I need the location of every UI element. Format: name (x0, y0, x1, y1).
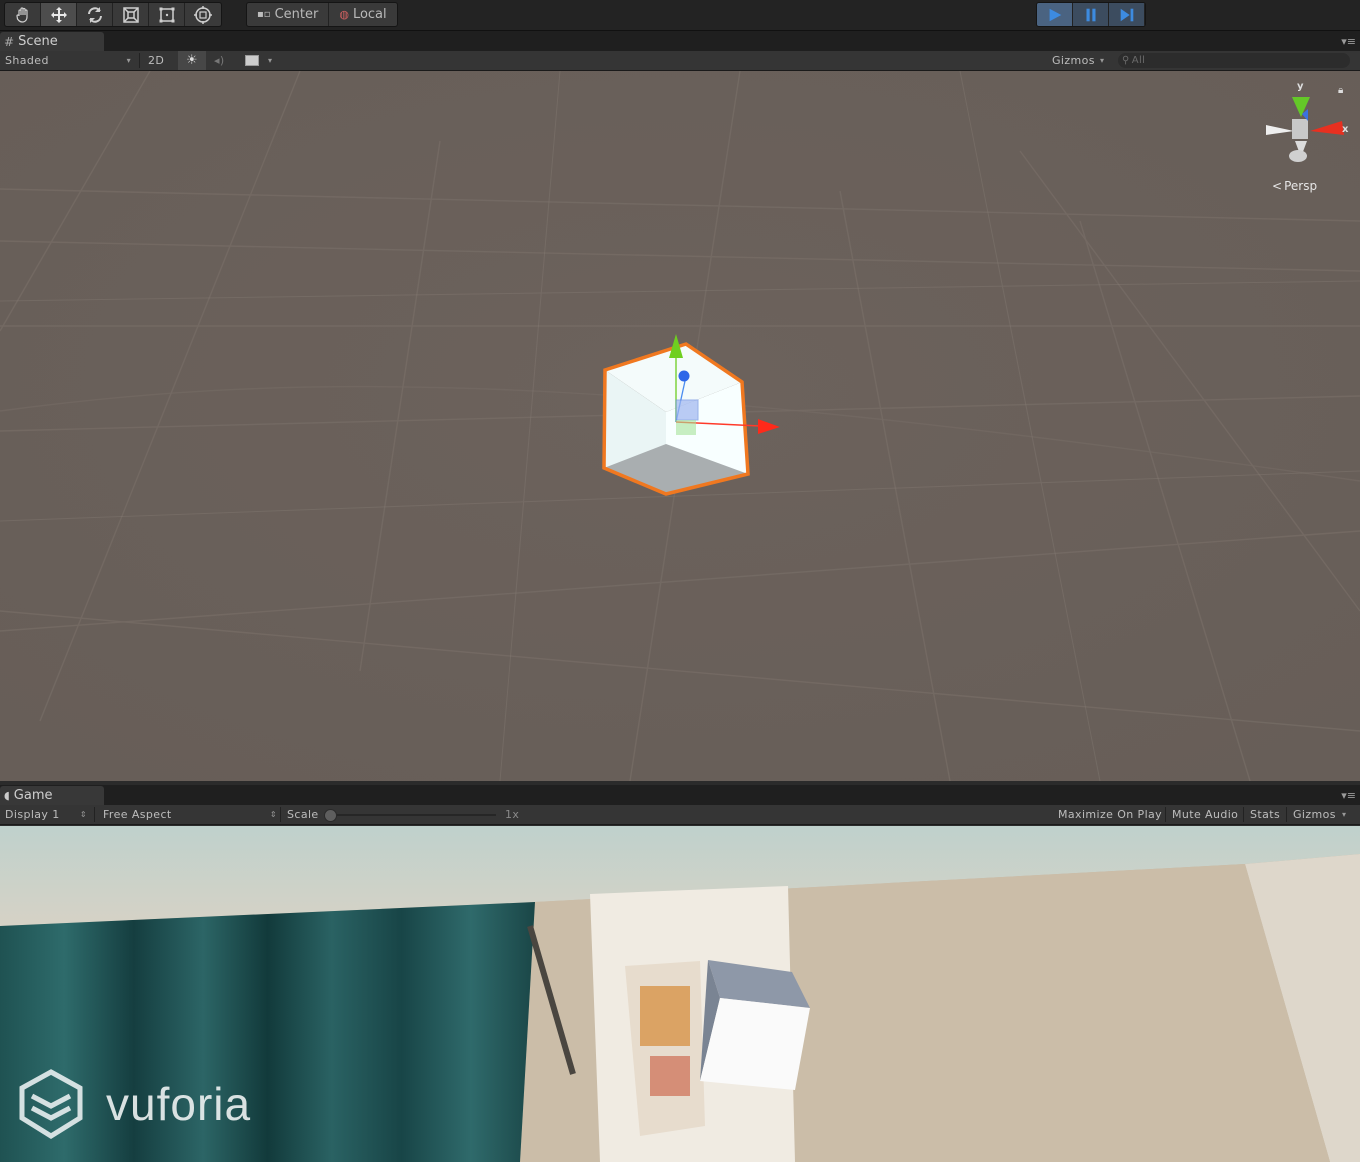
play-controls (1036, 2, 1146, 27)
pivot-center-button[interactable]: ▪▫ Center (247, 3, 330, 26)
updown-icon: ⇕ (269, 810, 277, 819)
speaker-icon: ◂) (214, 54, 225, 67)
shading-mode-label: Shaded (5, 54, 49, 67)
scene-gizmos-dropdown[interactable]: Gizmos ▾ (1052, 51, 1104, 70)
vuforia-wordmark: vuforia (106, 1078, 252, 1130)
shading-mode-dropdown[interactable]: Shaded ▾ (5, 51, 131, 70)
maximize-on-play-toggle[interactable]: Maximize On Play (1058, 805, 1162, 824)
tab-scene[interactable]: # Scene (0, 32, 104, 51)
selected-cube[interactable] (570, 326, 810, 526)
chevron-down-icon: ▾ (1099, 56, 1105, 65)
game-gizmos-label: Gizmos (1293, 808, 1336, 821)
pivot-center-icon: ▪▫ (257, 9, 271, 20)
game-controller-icon: ◖ (4, 789, 10, 802)
scale-slider-thumb[interactable] (324, 809, 337, 822)
tab-game[interactable]: ◖ Game (0, 786, 104, 805)
main-toolbar: ▪▫ Center ◍ Local (0, 0, 1360, 31)
rotate-tool-icon[interactable] (77, 3, 113, 26)
pause-icon (1086, 8, 1095, 21)
scale-slider[interactable] (324, 805, 496, 824)
game-view[interactable]: vuforia (0, 826, 1360, 1162)
tab-game-label: Game (13, 788, 53, 803)
stats-toggle[interactable]: Stats (1250, 805, 1280, 824)
lock-icon[interactable]: 🔒︎ (1338, 85, 1343, 96)
pivot-toggles: ▪▫ Center ◍ Local (246, 2, 398, 27)
sun-icon: ☀ (185, 53, 199, 68)
search-icon: ⚲ (1122, 55, 1130, 66)
display-dropdown[interactable]: Display 1 ⇕ (5, 805, 87, 824)
scene-tab-strip: # Scene ▾≡ (0, 31, 1360, 51)
aspect-label: Free Aspect (103, 808, 172, 821)
scene-viewport[interactable]: y x 🔒︎ < Persp (0, 71, 1360, 781)
projection-label: Persp (1284, 179, 1318, 193)
transform-tool-icon[interactable] (185, 3, 221, 26)
scene-gizmos-label: Gizmos (1052, 54, 1095, 67)
pivot-center-label: Center (274, 7, 319, 22)
play-icon (1049, 8, 1061, 21)
scale-label: Scale (287, 808, 319, 821)
axis-y-label: y (1297, 81, 1304, 92)
orientation-gizmo[interactable]: y x 🔒︎ < Persp (1262, 79, 1352, 199)
scene-search-input[interactable]: ⚲ All (1118, 53, 1350, 68)
play-button[interactable] (1037, 3, 1073, 26)
scale-value: 1x (505, 808, 520, 821)
scene-search-placeholder: All (1131, 55, 1146, 66)
step-icon (1120, 8, 1133, 21)
updown-icon: ⇕ (79, 810, 87, 819)
scale-tool-icon[interactable] (113, 3, 149, 26)
game-tab-strip: ◖ Game ▾≡ (0, 785, 1360, 805)
scene-grid-icon: # (4, 34, 15, 49)
chevron-down-icon: ▾ (126, 56, 131, 65)
vuforia-watermark: vuforia (18, 1068, 251, 1140)
scene-audio-toggle[interactable]: ◂) (214, 51, 225, 70)
perspective-icon: < (1272, 179, 1283, 193)
pause-button[interactable] (1073, 3, 1109, 26)
scene-panel-menu-icon[interactable]: ▾≡ (1341, 35, 1356, 48)
chevron-down-icon: ▾ (268, 56, 273, 65)
game-panel-menu-icon[interactable]: ▾≡ (1341, 789, 1356, 802)
pivot-local-button[interactable]: ◍ Local (329, 3, 396, 26)
projection-toggle[interactable]: < Persp (1272, 179, 1317, 193)
transform-tools (4, 2, 222, 27)
2d-toggle-button[interactable]: 2D (148, 51, 164, 70)
scale-slider-track (330, 814, 496, 816)
gizmo-z-handle (678, 370, 690, 382)
image-icon (245, 55, 259, 66)
scene-lighting-toggle[interactable]: ☀ (178, 51, 206, 70)
axis-x-label: x (1342, 124, 1349, 135)
vuforia-logo-icon (19, 1069, 83, 1139)
display-label: Display 1 (5, 808, 60, 821)
tab-scene-label: Scene (18, 34, 58, 49)
game-gizmos-dropdown[interactable]: Gizmos ▾ (1293, 805, 1346, 824)
move-tool-icon[interactable] (41, 3, 77, 26)
step-button[interactable] (1109, 3, 1145, 26)
2d-toggle-label: 2D (148, 54, 165, 67)
game-control-bar: Display 1 ⇕ Free Aspect ⇕ Scale 1x Maxim… (0, 805, 1360, 825)
chevron-down-icon: ▾ (1341, 810, 1347, 819)
rect-tool-icon[interactable] (149, 3, 185, 26)
hand-tool-icon[interactable] (5, 3, 41, 26)
pivot-local-label: Local (352, 7, 387, 22)
aspect-dropdown[interactable]: Free Aspect ⇕ (103, 805, 277, 824)
mute-audio-toggle[interactable]: Mute Audio (1172, 805, 1238, 824)
scene-effects-dropdown[interactable]: ▾ (245, 51, 272, 70)
local-space-icon: ◍ (339, 8, 349, 21)
gizmo-x-arrow (758, 419, 780, 434)
scene-control-bar: Shaded ▾ 2D ☀ ◂) ▾ Gizmos ▾ ⚲ All (0, 51, 1360, 71)
